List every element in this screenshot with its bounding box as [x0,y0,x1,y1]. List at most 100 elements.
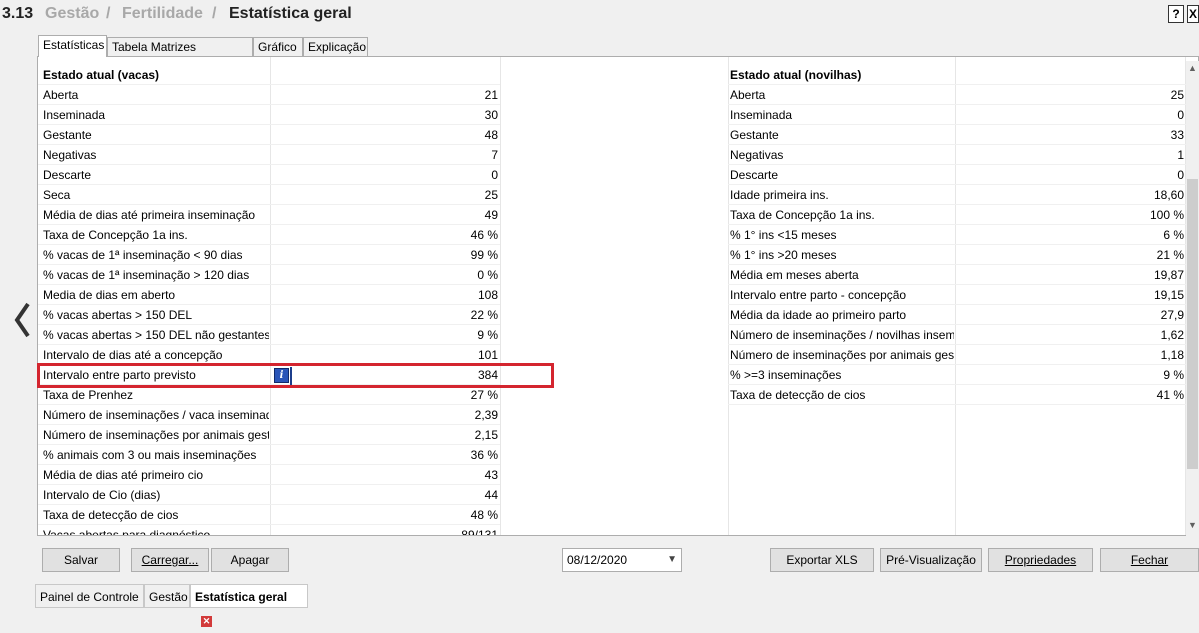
row-label: Número de inseminações / novilhas insemi… [730,328,954,342]
row-label: Aberta [730,88,766,102]
row-label: Taxa de detecção de cios [43,508,179,522]
info-icon[interactable]: i [274,368,289,383]
row-value: 48 % [470,508,498,522]
row-value: 2,39 [474,408,498,422]
row-value: 100 % [1149,208,1184,222]
scroll-up-icon[interactable]: ▲ [1186,63,1199,77]
close-window-button[interactable]: X [1187,5,1199,23]
close-button[interactable]: Fechar [1100,548,1199,572]
row-value: 43 [484,468,498,482]
statistics-grid: Estado atual (vacas) Aberta 21 Inseminada 30… [37,56,1199,536]
row-label: Número de inseminações por animais gesta… [43,428,269,442]
bottom-tab-estatistica-geral[interactable]: Estatística geral ✕ [190,584,308,628]
right-table-row[interactable]: Descarte 0 [38,165,1198,185]
bottom-tab-gestao[interactable]: Gestão [144,584,190,608]
breadcrumb-separator: / [106,5,111,22]
right-table-row[interactable]: Número de inseminações / novilhas insemi… [38,325,1198,345]
properties-button[interactable]: Propriedades [988,548,1093,572]
row-value: 41 % [1156,388,1184,402]
load-button[interactable]: Carregar... [131,548,209,572]
row-label: Negativas [730,148,784,162]
right-table-row[interactable]: Inseminada 0 [38,105,1198,125]
right-table-row[interactable]: % 1° ins >20 meses 21 % [38,245,1198,265]
row-label: Número de inseminações / vaca inseminada [43,408,269,422]
vertical-scrollbar[interactable]: ▲ ▼ [1186,61,1199,536]
row-label: Inseminada [730,108,793,122]
row-label: % >=3 inseminações [730,368,842,382]
date-picker[interactable]: 08/12/2020 ▼ [562,548,682,572]
bottom-tab-painel[interactable]: Painel de Controle [35,584,144,608]
right-table-row[interactable]: Idade primeira ins. 18,60 [38,185,1198,205]
scroll-down-icon[interactable]: ▼ [1186,520,1199,534]
scrollbar-thumb[interactable] [1187,179,1198,469]
right-table-row[interactable]: Média da idade ao primeiro parto 27,9 [38,305,1198,325]
row-value: 44 [484,488,498,502]
row-label: Média em meses aberta [730,268,859,282]
row-value: 2,15 [474,428,498,442]
cell-cursor [290,367,292,385]
right-table-row[interactable]: Número de inseminações por animais gesta… [38,345,1198,365]
row-value: 6 % [1163,228,1184,242]
row-value: 21 % [1156,248,1184,262]
left-table-row[interactable]: Intervalo de Cio (dias) 44 [38,485,1198,505]
help-button[interactable]: ? [1168,5,1184,23]
breadcrumb-gestao[interactable]: Gestão [45,5,99,23]
row-label: Taxa de Concepção 1a ins. [730,208,875,222]
row-value: 33 [1170,128,1184,142]
tab-estatisticas[interactable]: Estatísticas [38,35,107,57]
row-value: 89/131 [461,528,498,536]
left-table-row[interactable]: Taxa de detecção de cios 48 % [38,505,1198,525]
save-button[interactable]: Salvar [42,548,120,572]
close-icon[interactable]: ✕ [201,616,212,628]
preview-button[interactable]: Pré-Visualização [880,548,982,572]
row-label: % animais com 3 ou mais inseminações [43,448,257,462]
tab-tabela-matrizes-gestantes[interactable]: Tabela Matrizes Gestantes [107,37,253,73]
right-table-row[interactable]: Taxa de Concepção 1a ins. 100 % [38,205,1198,225]
tab-grafico[interactable]: Gráfico [253,37,303,56]
row-label: Número de inseminações por animais gesta… [730,348,954,362]
row-value: 0 [1177,168,1184,182]
row-value: 19,87 [1153,268,1184,282]
row-value: 9 % [1163,368,1184,382]
row-value: 1 [1177,148,1184,162]
row-value: 18,60 [1153,188,1184,202]
chevron-down-icon[interactable]: ▼ [667,549,677,571]
row-label: Intervalo de Cio (dias) [43,488,161,502]
breadcrumb-fertilidade[interactable]: Fertilidade [122,5,203,23]
right-table-row[interactable]: Intervalo entre parto - concepção 19,15 [38,285,1198,305]
tab-explicacao[interactable]: Explicação [303,37,368,56]
left-table-row[interactable]: Média de dias até primeiro cio 43 [38,465,1198,485]
bottom-tab-label: Estatística geral [195,590,288,604]
screen-number: 3.13 [2,5,34,22]
row-label: Vacas abertas para diagnóstico [43,528,211,536]
left-table-row[interactable]: Vacas abertas para diagnóstico 89/131 [38,525,1198,536]
row-label: Intervalo entre parto - concepção [730,288,907,302]
right-table-row[interactable]: Negativas 1 [38,145,1198,165]
row-label: % 1° ins >20 meses [730,248,837,262]
right-table-row[interactable]: Gestante 33 [38,125,1198,145]
chevron-left-icon[interactable] [12,300,32,340]
right-table-header[interactable]: Estado atual (novilhas) [38,65,1198,85]
right-table-row[interactable]: Aberta 25 [38,85,1198,105]
row-value: 27,9 [1160,308,1184,322]
right-table-row[interactable]: Taxa de detecção de cios 41 % [38,385,1198,405]
left-table-row[interactable]: Número de inseminações por animais gesta… [38,425,1198,445]
highlight-box [37,363,554,388]
left-table-row[interactable]: % animais com 3 ou mais inseminações 36 % [38,445,1198,465]
row-label: Estado atual (novilhas) [730,68,862,82]
export-xls-button[interactable]: Exportar XLS [770,548,874,572]
row-label: Taxa de detecção de cios [730,388,866,402]
delete-button[interactable]: Apagar [211,548,289,572]
row-value: 25 [1170,88,1184,102]
row-value: 19,15 [1153,288,1184,302]
row-label: Média de dias até primeiro cio [43,468,204,482]
left-table-row[interactable]: Número de inseminações / vaca inseminada… [38,405,1198,425]
row-label: Gestante [730,128,779,142]
right-table-row[interactable]: % 1° ins <15 meses 6 % [38,225,1198,245]
title-bar: 3.13 Gestão / Fertilidade / Estatística … [0,0,1199,28]
right-table-row[interactable]: Média em meses aberta 19,87 [38,265,1198,285]
breadcrumb-separator: / [212,5,217,22]
row-divider [728,404,1186,405]
row-label: Idade primeira ins. [730,188,829,202]
row-value: 1,18 [1160,348,1184,362]
